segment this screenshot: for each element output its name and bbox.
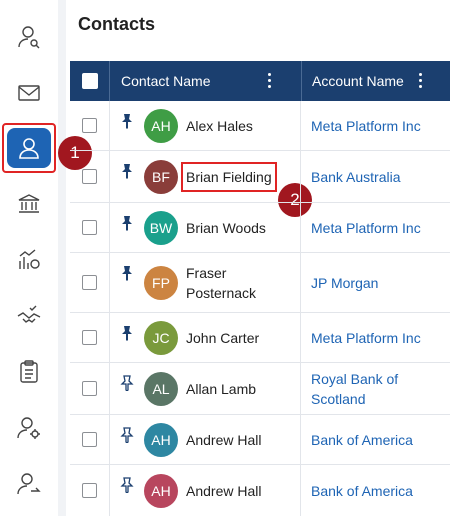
pin-filled-icon[interactable] bbox=[120, 163, 134, 179]
account-name-column-menu-icon[interactable] bbox=[419, 73, 423, 91]
row-checkbox[interactable] bbox=[82, 169, 97, 184]
row-checkbox[interactable] bbox=[82, 432, 97, 447]
nav-item-user-settings[interactable] bbox=[4, 405, 54, 451]
mail-icon bbox=[18, 85, 40, 101]
table-row[interactable]: AH Andrew Hall Bank of America bbox=[70, 465, 450, 516]
clipboard-icon bbox=[20, 360, 38, 383]
sidebar-nav bbox=[0, 0, 58, 516]
row-checkbox-cell bbox=[70, 101, 110, 150]
account-name-link[interactable]: JP Morgan bbox=[311, 273, 446, 293]
nav-item-analytics[interactable] bbox=[4, 237, 54, 283]
avatar: AH bbox=[144, 423, 178, 457]
contact-name-cell: AL Allan Lamb bbox=[110, 363, 301, 414]
user-search-icon bbox=[18, 26, 40, 49]
table-row[interactable]: AH Alex Hales Meta Platform Inc bbox=[70, 101, 450, 151]
user-settings-icon bbox=[17, 417, 40, 439]
table-row[interactable]: AH Andrew Hall Bank of America bbox=[70, 415, 450, 465]
bank-icon bbox=[18, 194, 40, 213]
account-name-link[interactable]: Meta Platform Inc bbox=[311, 218, 446, 238]
row-checkbox[interactable] bbox=[82, 330, 97, 345]
nav-item-contacts[interactable] bbox=[2, 123, 56, 173]
contact-name-link[interactable]: Allan Lamb bbox=[186, 379, 256, 399]
avatar: BF bbox=[144, 160, 178, 194]
pin-filled-icon[interactable] bbox=[120, 265, 134, 281]
avatar: FP bbox=[144, 266, 178, 300]
select-all-cell bbox=[70, 61, 110, 101]
contact-name-cell: AH Andrew Hall bbox=[110, 465, 301, 516]
contact-name-link[interactable]: Andrew Hall bbox=[186, 481, 261, 501]
row-checkbox[interactable] bbox=[82, 483, 97, 498]
table-row[interactable]: FP Fraser Posternack JP Morgan bbox=[70, 253, 450, 313]
avatar: AH bbox=[144, 474, 178, 508]
avatar: AL bbox=[144, 372, 178, 406]
contact-name-cell: JC John Carter bbox=[110, 313, 301, 362]
contact-name-link[interactable]: Andrew Hall bbox=[186, 430, 261, 450]
contact-name-cell: AH Alex Hales bbox=[110, 101, 301, 150]
account-name-link[interactable]: Bank of America bbox=[311, 430, 446, 450]
page-title: Contacts bbox=[78, 14, 156, 34]
avatar: JC bbox=[144, 321, 178, 355]
contact-name-link[interactable]: Brian Fielding bbox=[181, 162, 277, 192]
contact-name-cell: BF Brian Fielding bbox=[110, 151, 301, 202]
row-checkbox[interactable] bbox=[82, 381, 97, 396]
nav-item-tasks[interactable] bbox=[4, 349, 54, 395]
contact-name-link[interactable]: Brian Woods bbox=[186, 218, 266, 238]
row-checkbox-cell bbox=[70, 203, 110, 252]
row-checkbox[interactable] bbox=[82, 220, 97, 235]
contact-name-link[interactable]: John Carter bbox=[186, 328, 259, 348]
table-row[interactable]: JC John Carter Meta Platform Inc bbox=[70, 313, 450, 363]
column-header-contact-name[interactable]: Contact Name bbox=[121, 61, 210, 101]
pin-outline-icon[interactable] bbox=[120, 477, 134, 494]
row-checkbox-cell bbox=[70, 465, 110, 516]
pin-filled-icon[interactable] bbox=[120, 215, 134, 231]
account-name-link[interactable]: Bank Australia bbox=[311, 167, 446, 187]
nav-item-bank[interactable] bbox=[4, 181, 54, 227]
contact-name-link[interactable]: Alex Hales bbox=[186, 116, 253, 136]
account-name-link[interactable]: Meta Platform Inc bbox=[311, 328, 446, 348]
contact-name-cell: BW Brian Woods bbox=[110, 203, 301, 252]
contact-name-link[interactable]: Fraser Posternack bbox=[186, 263, 266, 303]
contact-name-cell: AH Andrew Hall bbox=[110, 415, 301, 464]
column-header-account-name[interactable]: Account Name bbox=[312, 61, 404, 101]
account-name-link[interactable]: Royal Bank of Scotland bbox=[311, 369, 446, 409]
table-row[interactable]: AL Allan Lamb Royal Bank of Scotland bbox=[70, 363, 450, 415]
contact-name-cell: FP Fraser Posternack bbox=[110, 253, 301, 312]
avatar: BW bbox=[144, 211, 178, 245]
pin-outline-icon[interactable] bbox=[120, 375, 134, 392]
row-checkbox[interactable] bbox=[82, 118, 97, 133]
row-checkbox-cell bbox=[70, 415, 110, 464]
table-row[interactable]: BW Brian Woods Meta Platform Inc bbox=[70, 203, 450, 253]
select-all-checkbox[interactable] bbox=[81, 73, 98, 89]
row-checkbox-cell bbox=[70, 313, 110, 362]
contact-icon bbox=[19, 138, 39, 159]
table-row[interactable]: BF Brian Fielding Bank Australia bbox=[70, 151, 450, 203]
nav-item-user-share[interactable] bbox=[4, 461, 54, 507]
row-checkbox-cell bbox=[70, 253, 110, 312]
account-name-link[interactable]: Bank of America bbox=[311, 481, 446, 501]
avatar: AH bbox=[144, 109, 178, 143]
row-checkbox[interactable] bbox=[82, 275, 97, 290]
nav-item-user-search[interactable] bbox=[4, 14, 54, 60]
pin-filled-icon[interactable] bbox=[120, 113, 134, 129]
contact-name-column-menu-icon[interactable] bbox=[268, 73, 272, 91]
analytics-icon bbox=[19, 249, 40, 269]
row-checkbox-cell bbox=[70, 363, 110, 414]
nav-divider bbox=[58, 0, 66, 516]
header-divider bbox=[301, 61, 302, 101]
pin-outline-icon[interactable] bbox=[120, 427, 134, 444]
row-checkbox-cell bbox=[70, 151, 110, 202]
pin-filled-icon[interactable] bbox=[120, 325, 134, 341]
user-share-icon bbox=[17, 473, 41, 495]
nav-item-deals[interactable] bbox=[4, 293, 54, 339]
handshake-icon bbox=[17, 305, 41, 323]
nav-item-mail[interactable] bbox=[4, 70, 54, 116]
grid-header: Contact Name Account Name bbox=[70, 61, 450, 101]
account-name-link[interactable]: Meta Platform Inc bbox=[311, 116, 446, 136]
